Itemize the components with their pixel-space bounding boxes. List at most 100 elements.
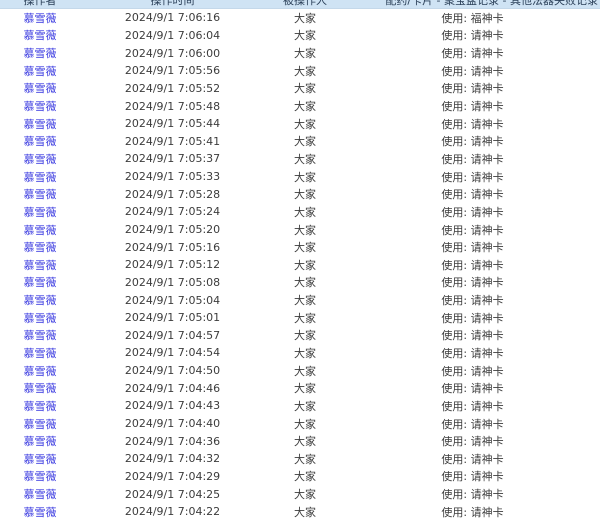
action-text: 使用: 请神卡 xyxy=(441,382,504,396)
table-row: 慕雪薇 2024/9/1 7:06:04 大家 使用: 请神卡 xyxy=(0,27,600,45)
operator-name-link[interactable]: 慕雪薇 xyxy=(0,186,80,202)
operator-name-link[interactable]: 慕雪薇 xyxy=(0,239,80,255)
action-text: 使用: 请神卡 xyxy=(441,241,504,255)
operator-name-link[interactable]: 慕雪薇 xyxy=(0,169,80,185)
operation-time: 2024/9/1 7:04:46 xyxy=(124,381,221,395)
operation-time: 2024/9/1 7:04:36 xyxy=(124,434,221,448)
operator-name-link[interactable]: 慕雪薇 xyxy=(0,80,80,96)
table-row: 慕雪薇 2024/9/1 7:05:52 大家 使用: 请神卡 xyxy=(0,80,600,98)
operator-name-link[interactable]: 慕雪薇 xyxy=(0,204,80,220)
table-row: 慕雪薇 2024/9/1 7:05:24 大家 使用: 请神卡 xyxy=(0,203,600,221)
target-name: 大家 xyxy=(294,364,316,378)
operator-name-link[interactable]: 慕雪薇 xyxy=(0,45,80,61)
operation-time: 2024/9/1 7:04:25 xyxy=(124,487,221,501)
action-text: 使用: 请神卡 xyxy=(441,64,504,78)
operator-name-link[interactable]: 慕雪薇 xyxy=(0,98,80,114)
action-text: 使用: 请神卡 xyxy=(441,135,504,149)
operator-name-link[interactable]: 慕雪薇 xyxy=(0,363,80,379)
operator-name-link[interactable]: 慕雪薇 xyxy=(0,116,80,132)
table-row: 慕雪薇 2024/9/1 7:05:01 大家 使用: 请神卡 xyxy=(0,309,600,327)
target-name: 大家 xyxy=(294,470,316,484)
operator-name-link[interactable]: 慕雪薇 xyxy=(0,327,80,343)
header-operator: 操作者 xyxy=(23,0,57,7)
operator-name-link[interactable]: 慕雪薇 xyxy=(0,433,80,449)
action-text: 使用: 请神卡 xyxy=(441,223,504,237)
table-body: 慕雪薇 2024/9/1 7:06:16 大家 使用: 福神卡 慕雪薇 2024/9/1 … xyxy=(0,9,600,521)
table-row: 慕雪薇 2024/9/1 7:04:36 大家 使用: 请神卡 xyxy=(0,432,600,450)
target-name: 大家 xyxy=(294,82,316,96)
target-name: 大家 xyxy=(294,435,316,449)
operation-time: 2024/9/1 7:05:20 xyxy=(124,223,221,236)
table-row: 慕雪薇 2024/9/1 7:05:08 大家 使用: 请神卡 xyxy=(0,274,600,292)
target-name: 大家 xyxy=(294,47,316,61)
table-row: 慕雪薇 2024/9/1 7:05:16 大家 使用: 请神卡 xyxy=(0,238,600,256)
operation-time: 2024/9/1 7:04:29 xyxy=(124,469,221,483)
action-text: 使用: 请神卡 xyxy=(441,311,504,325)
table-row: 慕雪薇 2024/9/1 7:04:50 大家 使用: 请神卡 xyxy=(0,362,600,380)
table-row: 慕雪薇 2024/9/1 7:06:00 大家 使用: 请神卡 xyxy=(0,44,600,62)
operator-name-link[interactable]: 慕雪薇 xyxy=(0,468,80,484)
target-name: 大家 xyxy=(294,488,316,502)
action-text: 使用: 请神卡 xyxy=(441,205,504,219)
target-name: 大家 xyxy=(294,241,316,255)
table-header: 操作者 操作时间 被操作人 配药/卡片 - 聚宝盆记录 - 其他法器失败记录 xyxy=(0,0,600,9)
table-row: 慕雪薇 2024/9/1 7:05:04 大家 使用: 请神卡 xyxy=(0,291,600,309)
operator-name-link[interactable]: 慕雪薇 xyxy=(0,292,80,308)
target-name: 大家 xyxy=(294,294,316,308)
table-row: 慕雪薇 2024/9/1 7:04:40 大家 使用: 请神卡 xyxy=(0,415,600,433)
operation-time: 2024/9/1 7:04:43 xyxy=(124,399,221,413)
operation-time: 2024/9/1 7:05:44 xyxy=(124,117,221,131)
table-row: 慕雪薇 2024/9/1 7:05:12 大家 使用: 请神卡 xyxy=(0,256,600,274)
table-row: 慕雪薇 2024/9/1 7:04:43 大家 使用: 请神卡 xyxy=(0,397,600,415)
target-name: 大家 xyxy=(294,258,316,272)
operator-name-link[interactable]: 慕雪薇 xyxy=(0,486,80,502)
table-row: 慕雪薇 2024/9/1 7:05:56 大家 使用: 请神卡 xyxy=(0,62,600,80)
operator-name-link[interactable]: 慕雪薇 xyxy=(0,10,80,26)
operation-time: 2024/9/1 7:04:57 xyxy=(124,328,221,342)
operation-time: 2024/9/1 7:05:33 xyxy=(124,170,221,184)
action-text: 使用: 请神卡 xyxy=(441,346,504,360)
operation-time: 2024/9/1 7:05:41 xyxy=(124,134,221,148)
action-text: 使用: 请神卡 xyxy=(441,100,504,114)
table-row: 慕雪薇 2024/9/1 7:04:54 大家 使用: 请神卡 xyxy=(0,344,600,362)
action-text: 使用: 请神卡 xyxy=(441,258,504,272)
table-row: 慕雪薇 2024/9/1 7:04:32 大家 使用: 请神卡 xyxy=(0,450,600,468)
operator-name-link[interactable]: 慕雪薇 xyxy=(0,63,80,79)
target-name: 大家 xyxy=(294,505,316,519)
table-row: 慕雪薇 2024/9/1 7:05:33 大家 使用: 请神卡 xyxy=(0,168,600,186)
operator-name-link[interactable]: 慕雪薇 xyxy=(0,310,80,326)
table-row: 慕雪薇 2024/9/1 7:04:57 大家 使用: 请神卡 xyxy=(0,327,600,345)
operation-time: 2024/9/1 7:04:22 xyxy=(124,505,221,519)
operator-name-link[interactable]: 慕雪薇 xyxy=(0,345,80,361)
operation-time: 2024/9/1 7:04:32 xyxy=(124,452,221,466)
target-name: 大家 xyxy=(294,346,316,360)
operator-name-link[interactable]: 慕雪薇 xyxy=(0,451,80,467)
operator-name-link[interactable]: 慕雪薇 xyxy=(0,222,80,238)
table-row: 慕雪薇 2024/9/1 7:05:28 大家 使用: 请神卡 xyxy=(0,185,600,203)
table-row: 慕雪薇 2024/9/1 7:05:41 大家 使用: 请神卡 xyxy=(0,132,600,150)
operation-time: 2024/9/1 7:06:16 xyxy=(124,11,221,25)
action-text: 使用: 请神卡 xyxy=(441,29,504,43)
table-row: 慕雪薇 2024/9/1 7:05:37 大家 使用: 请神卡 xyxy=(0,150,600,168)
operator-name-link[interactable]: 慕雪薇 xyxy=(0,27,80,43)
operator-name-link[interactable]: 慕雪薇 xyxy=(0,274,80,290)
action-text: 使用: 请神卡 xyxy=(441,364,504,378)
header-action-filters[interactable]: 配药/卡片 - 聚宝盆记录 - 其他法器失败记录 xyxy=(345,0,600,8)
operator-name-link[interactable]: 慕雪薇 xyxy=(0,416,80,432)
operator-name-link[interactable]: 慕雪薇 xyxy=(0,380,80,396)
action-text: 使用: 请神卡 xyxy=(441,294,504,308)
action-text: 使用: 请神卡 xyxy=(441,117,504,131)
operator-name-link[interactable]: 慕雪薇 xyxy=(0,133,80,149)
target-name: 大家 xyxy=(294,399,316,413)
operator-name-link[interactable]: 慕雪薇 xyxy=(0,151,80,167)
header-time: 操作时间 xyxy=(150,0,195,7)
operation-time: 2024/9/1 7:04:54 xyxy=(124,346,221,360)
operator-name-link[interactable]: 慕雪薇 xyxy=(0,504,80,520)
operator-name-link[interactable]: 慕雪薇 xyxy=(0,257,80,273)
operation-time: 2024/9/1 7:05:24 xyxy=(124,205,221,219)
target-name: 大家 xyxy=(294,417,316,431)
operation-time: 2024/9/1 7:05:12 xyxy=(124,258,221,272)
operation-time: 2024/9/1 7:05:01 xyxy=(124,311,221,325)
operator-name-link[interactable]: 慕雪薇 xyxy=(0,398,80,414)
table-row: 慕雪薇 2024/9/1 7:04:29 大家 使用: 请神卡 xyxy=(0,468,600,486)
